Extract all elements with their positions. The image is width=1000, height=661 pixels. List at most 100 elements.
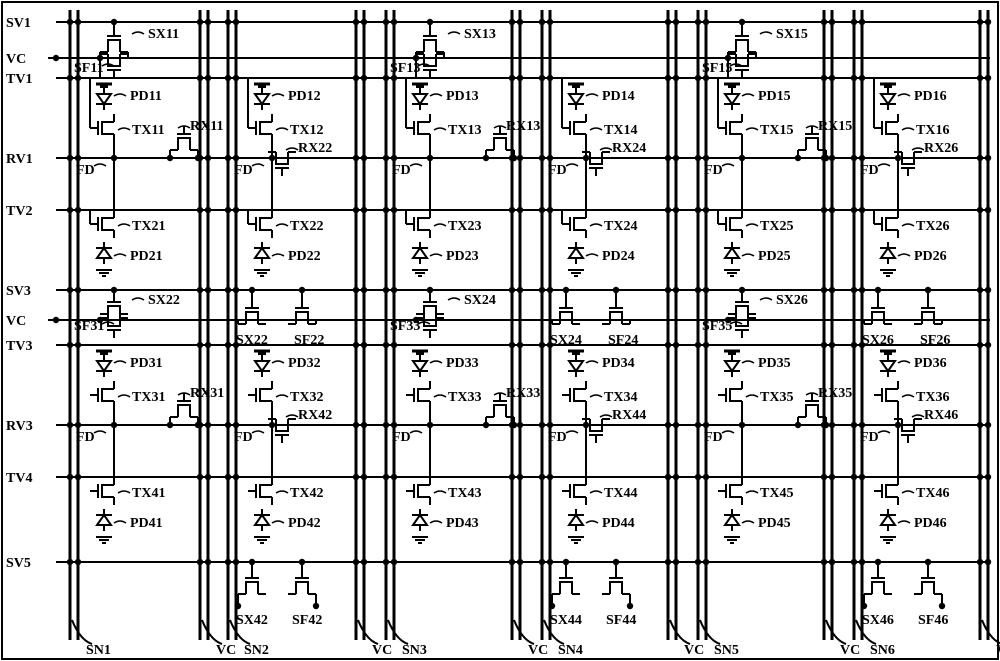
label-TX24: TX24 [604,219,637,234]
pixel-array-schematic: SV1VCTV1RV1TV2SV3VCTV3RV3TV4SV5SX11SF11P… [0,0,1000,661]
label-SN1: SN1 [86,643,111,658]
label-RX31: RX31 [190,386,224,401]
label-SN5: SN5 [714,643,739,658]
label-PD14: PD14 [602,89,635,104]
label-SX22: SX22 [148,293,180,308]
label-SN4: SN4 [558,643,583,658]
label-TX35: TX35 [760,390,793,405]
label-TX26: TX26 [916,219,949,234]
label-FD: FD [76,430,95,445]
label-VC: VC [372,643,392,658]
label-RX46: RX46 [924,408,958,423]
label-TX12: TX12 [290,123,323,138]
label-SV5: SV5 [6,556,31,571]
label-SF26: SF26 [920,333,950,348]
label-SN6: SN6 [870,643,895,658]
label-PD46: PD46 [914,516,947,531]
label-RX35: RX35 [818,386,852,401]
label-SX24: SX24 [550,333,582,348]
label-TX23: TX23 [448,219,481,234]
label-TX45: TX45 [760,486,793,501]
label-FD: FD [234,163,253,178]
label-SF11: SF11 [74,61,104,76]
label-SV1: SV1 [6,16,31,31]
label-FD: FD [860,430,879,445]
label-RV1: RV1 [6,152,33,167]
label-PD23: PD23 [446,249,479,264]
label-FD: FD [704,430,723,445]
label-TX32: TX32 [290,390,323,405]
label-PD34: PD34 [602,356,635,371]
label-VC: VC [216,643,236,658]
label-RX42: RX42 [298,408,332,423]
label-TX11: TX11 [132,123,165,138]
label-PD45: PD45 [758,516,791,531]
label-PD25: PD25 [758,249,791,264]
label-PD43: PD43 [446,516,479,531]
label-RX22: RX22 [298,141,332,156]
label-SX26: SX26 [862,333,894,348]
label-PD31: PD31 [130,356,163,371]
label-SX42: SX42 [236,613,268,628]
label-PD12: PD12 [288,89,321,104]
label-TX46: TX46 [916,486,949,501]
label-PD44: PD44 [602,516,635,531]
label-SV3: SV3 [6,284,31,299]
label-FD: FD [704,163,723,178]
label-SF22: SF22 [294,333,324,348]
label-SX46: SX46 [862,613,894,628]
label-FD: FD [392,430,411,445]
label-VC: VC [840,643,860,658]
label-TV2: TV2 [6,204,32,219]
label-VC: VC [528,643,548,658]
label-SX26: SX26 [776,293,808,308]
label-PD33: PD33 [446,356,479,371]
label-TX33: TX33 [448,390,481,405]
label-PD26: PD26 [914,249,947,264]
label-VC: VC [684,643,704,658]
label-SX44: SX44 [550,613,582,628]
label-FD: FD [76,163,95,178]
label-FD: FD [548,163,567,178]
label-SN2: SN2 [244,643,269,658]
label-SX24: SX24 [464,293,496,308]
label-TX25: TX25 [760,219,793,234]
label-SF24: SF24 [608,333,638,348]
label-PD22: PD22 [288,249,321,264]
label-RX15: RX15 [818,119,852,134]
label-SN3: SN3 [402,643,427,658]
label-RX33: RX33 [506,386,540,401]
label-VC: VC [6,52,26,67]
label-TV3: TV3 [6,339,32,354]
label-SX13: SX13 [464,27,496,42]
label-TX15: TX15 [760,123,793,138]
label-FD: FD [860,163,879,178]
label-SF42: SF42 [292,613,322,628]
label-TX16: TX16 [916,123,949,138]
label-RX44: RX44 [612,408,646,423]
label-PD41: PD41 [130,516,163,531]
label-PD11: PD11 [130,89,162,104]
label-SF46: SF46 [918,613,948,628]
label-RX13: RX13 [506,119,540,134]
label-FD: FD [392,163,411,178]
label-TX13: TX13 [448,123,481,138]
label-FD: FD [548,430,567,445]
label-RX11: RX11 [190,119,223,134]
label-SX22: SX22 [236,333,268,348]
label-SF15: SF15 [702,61,732,76]
label-FD: FD [234,430,253,445]
label-TX36: TX36 [916,390,949,405]
label-SF13: SF13 [390,61,420,76]
label-SF44: SF44 [606,613,636,628]
label-TX34: TX34 [604,390,637,405]
label-PD21: PD21 [130,249,163,264]
label-TV1: TV1 [6,72,32,87]
label-TX21: TX21 [132,219,165,234]
label-PD32: PD32 [288,356,321,371]
label-RV3: RV3 [6,419,33,434]
label-PD36: PD36 [914,356,947,371]
label-TX44: TX44 [604,486,637,501]
label-RX24: RX24 [612,141,646,156]
label-VC: VC [6,314,26,329]
